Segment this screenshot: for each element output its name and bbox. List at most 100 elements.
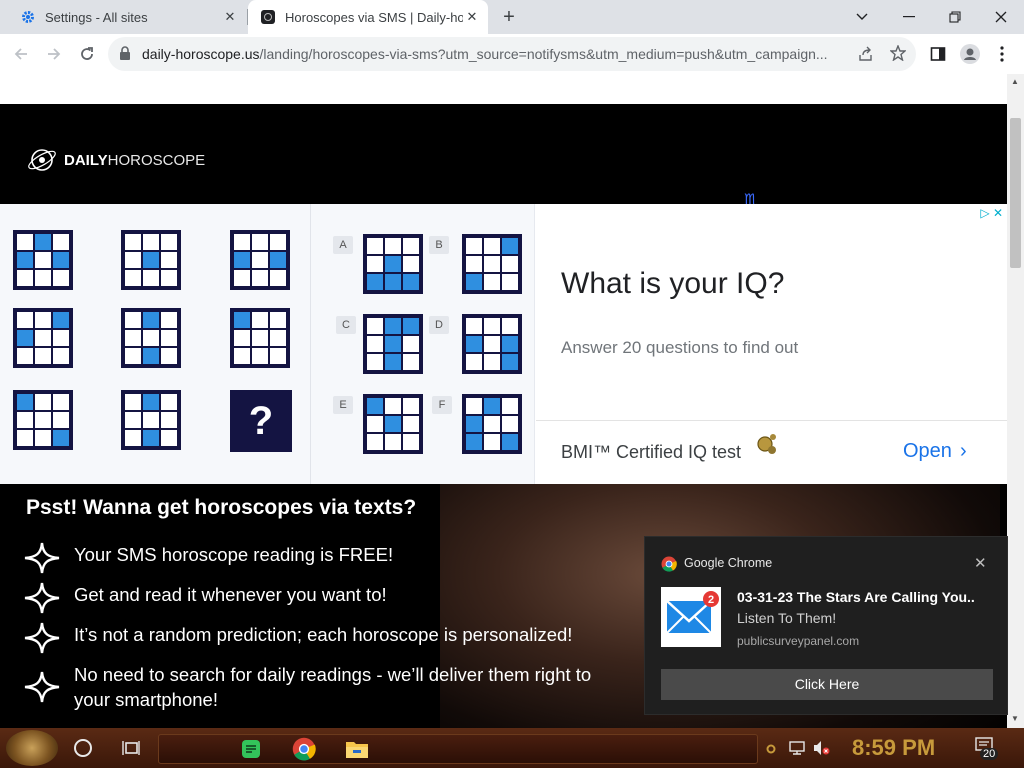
vertical-scrollbar[interactable]: ▲ ▼ [1007,74,1024,728]
puzzle-cell [121,308,181,368]
option-label: E [333,396,353,414]
feature-item: Get and read it whenever you want to! [24,582,624,614]
share-icon[interactable] [858,46,874,67]
chevron-right-icon: › [959,440,967,462]
answer-option-d [462,314,522,374]
logo-text-daily: DAILY [64,151,108,169]
side-panel-icon[interactable] [926,42,950,66]
restore-icon[interactable] [944,6,966,28]
sparkle-icon [24,542,60,574]
option-label: A [333,236,353,254]
notification-body: Listen To Them! [737,610,837,626]
close-window-icon[interactable] [990,6,1012,28]
answer-option-f [462,394,522,454]
file-explorer-icon[interactable] [345,738,369,765]
ad-footer-divider [536,420,1007,421]
minimize-icon[interactable] [898,6,920,28]
action-center-badge: 20 [980,748,999,760]
new-tab-button[interactable]: + [499,7,519,27]
taskbar-apps-panel [158,734,758,764]
notification-app-name: Google Chrome [684,556,773,570]
taskbar-gear-icon [766,741,776,759]
chrome-icon [661,556,677,577]
tab-title: Horoscopes via SMS | Daily-ho [285,9,463,25]
url-text[interactable]: daily-horoscope.us/landing/horoscopes-vi… [142,46,852,62]
answer-option-b [462,234,522,294]
network-icon[interactable] [789,740,805,761]
volume-muted-icon[interactable] [813,740,831,761]
iq-test-ad[interactable]: ? A B C D E F ▷ ✕ What is your IQ? Answe… [0,204,1007,484]
windows-taskbar: 8:59 PM 20 [0,728,1024,768]
logo-text-horoscope: HOROSCOPE [107,151,206,169]
close-tab-icon[interactable]: ✕ [464,9,480,25]
ad-open-label: Open [903,440,952,462]
feature-text: Your SMS horoscope reading is FREE! [74,544,394,565]
tab-strip: Settings - All sites ✕ Horoscopes via SM… [0,0,1024,34]
answer-option-e [363,394,423,454]
answer-option-c [363,314,423,374]
site-logo[interactable]: DAILY HOROSCOPE [26,144,205,176]
question-mark-tile: ? [230,390,292,452]
start-button[interactable] [6,730,58,766]
tab-settings[interactable]: Settings - All sites ✕ [8,0,246,34]
push-notification[interactable]: Google Chrome ✕ 2 03-31-23 The Stars Are… [644,536,1008,715]
pitch-title: Psst! Wanna get horoscopes via texts? [26,496,417,519]
ad-open-button[interactable]: Open › [903,440,967,463]
puzzle-cell [121,230,181,290]
brain-gears-icon [752,430,782,465]
puzzle-cell [13,390,73,450]
feature-item: Your SMS horoscope reading is FREE! [24,542,624,574]
feature-item: It’s not a random prediction; each horos… [24,622,624,654]
browser-toolbar: daily-horoscope.us/landing/horoscopes-vi… [0,34,1024,74]
sparkle-icon [24,622,60,654]
search-icon[interactable] [74,739,92,757]
feature-item: No need to search for daily readings - w… [24,662,624,712]
close-tab-icon[interactable]: ✕ [222,9,238,25]
task-view-icon[interactable] [121,738,141,758]
scroll-down-icon[interactable]: ▼ [1011,714,1019,723]
option-label: F [432,396,452,414]
puzzle-cell [230,230,290,290]
option-label: B [429,236,449,254]
gear-icon [20,9,36,25]
logo-emblem-icon [28,149,56,171]
scroll-thumb[interactable] [1010,118,1021,268]
puzzle-cell [13,230,73,290]
tab-title: Settings - All sites [45,9,148,25]
profile-avatar[interactable] [958,42,982,66]
chrome-taskbar-icon[interactable] [292,737,316,766]
ad-image: ? A B C D E F [0,204,535,484]
scroll-up-icon[interactable]: ▲ [1011,77,1019,86]
click-here-button[interactable]: Click Here [661,669,993,700]
notification-source: publicsurveypanel.com [737,634,860,648]
bookmark-star-icon[interactable] [889,44,907,66]
reload-button[interactable] [75,42,99,66]
notification-title: 03-31-23 The Stars Are Calling You.. [737,589,975,605]
tab-search-icon[interactable] [851,6,873,28]
tab-horoscopes[interactable]: Horoscopes via SMS | Daily-ho ✕ [248,0,488,34]
ad-brand[interactable]: BMI™ Certified IQ test [561,442,741,463]
lock-icon[interactable] [119,46,131,66]
mail-badge-count: 2 [708,594,714,606]
address-bar[interactable]: daily-horoscope.us/landing/horoscopes-vi… [108,37,916,71]
answer-option-a [363,234,423,294]
site-favicon-icon [260,9,276,25]
ad-heading[interactable]: What is your IQ? [561,267,784,301]
taskbar-clock[interactable]: 8:59 PM [852,735,935,761]
sparkle-icon [24,671,60,703]
puzzle-cell [13,308,73,368]
feature-text: It’s not a random prediction; each horos… [74,624,573,645]
menu-kebab-icon[interactable] [990,42,1014,66]
ad-choices-icon[interactable]: ▷ ✕ [980,206,1003,220]
option-label: C [336,316,356,334]
forward-button[interactable] [42,42,66,66]
url-path: /landing/horoscopes-via-sms?utm_source=n… [259,46,828,62]
sticky-notes-icon[interactable] [241,739,261,764]
puzzle-cell [121,390,181,450]
close-notification-icon[interactable]: ✕ [974,554,987,572]
option-label: D [429,316,449,334]
url-host: daily-horoscope.us [142,46,260,62]
back-button[interactable] [9,42,33,66]
mail-envelope-icon: 2 [661,587,721,647]
feature-text: No need to search for daily readings - w… [74,664,592,710]
